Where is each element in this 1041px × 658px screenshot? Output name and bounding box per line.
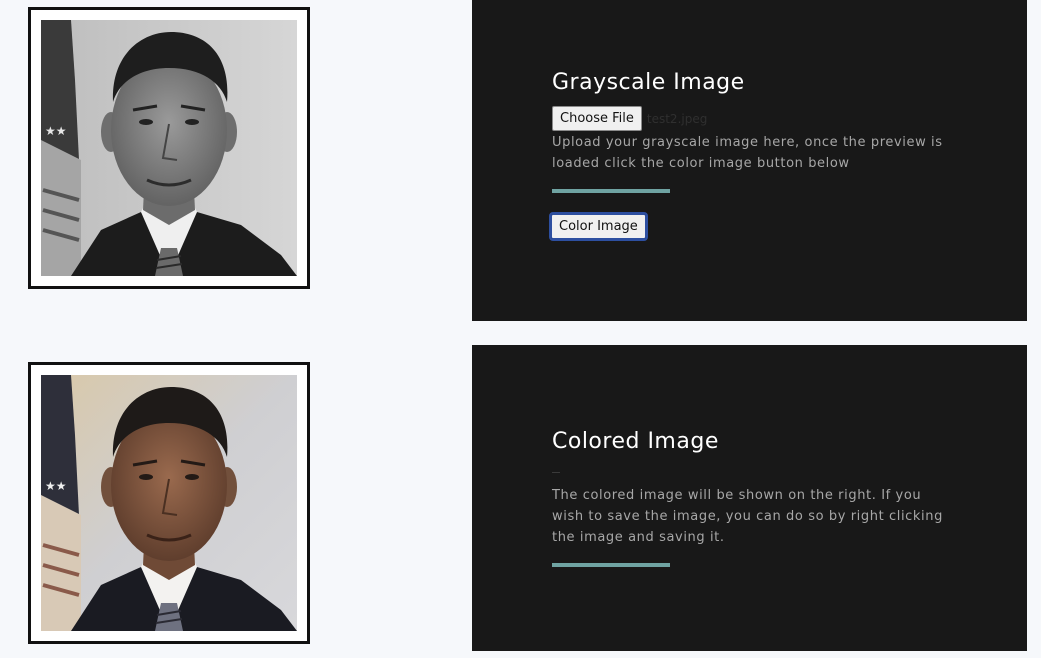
colored-panel: Colored Image The colored image will be … bbox=[472, 345, 1027, 651]
svg-text:★★: ★★ bbox=[45, 479, 67, 493]
colored-preview-image: ★★ bbox=[41, 375, 297, 631]
svg-text:★★: ★★ bbox=[45, 124, 67, 138]
color-image-button[interactable]: Color Image bbox=[549, 212, 648, 241]
colored-description: The colored image will be shown on the r… bbox=[552, 488, 943, 545]
file-input[interactable]: Choose File test2.jpeg bbox=[552, 106, 707, 131]
accent-divider bbox=[552, 563, 670, 567]
choose-file-button[interactable]: Choose File bbox=[552, 106, 642, 131]
selected-file-name: test2.jpeg bbox=[646, 111, 708, 126]
grayscale-preview-frame: ★★ bbox=[28, 7, 310, 289]
colored-preview-frame: ★★ bbox=[28, 362, 310, 644]
colored-title: Colored Image bbox=[552, 429, 719, 454]
grayscale-panel: Grayscale Image Choose File test2.jpeg U… bbox=[472, 0, 1027, 321]
grayscale-title: Grayscale Image bbox=[552, 70, 745, 95]
accent-divider bbox=[552, 189, 670, 193]
colorizer-page: ★★ Grayscale Image Choose File test2.jpe… bbox=[0, 0, 1041, 658]
grayscale-preview-image: ★★ bbox=[41, 20, 297, 276]
grayscale-description: Upload your grayscale image here, once t… bbox=[552, 135, 943, 171]
small-divider bbox=[552, 472, 560, 473]
